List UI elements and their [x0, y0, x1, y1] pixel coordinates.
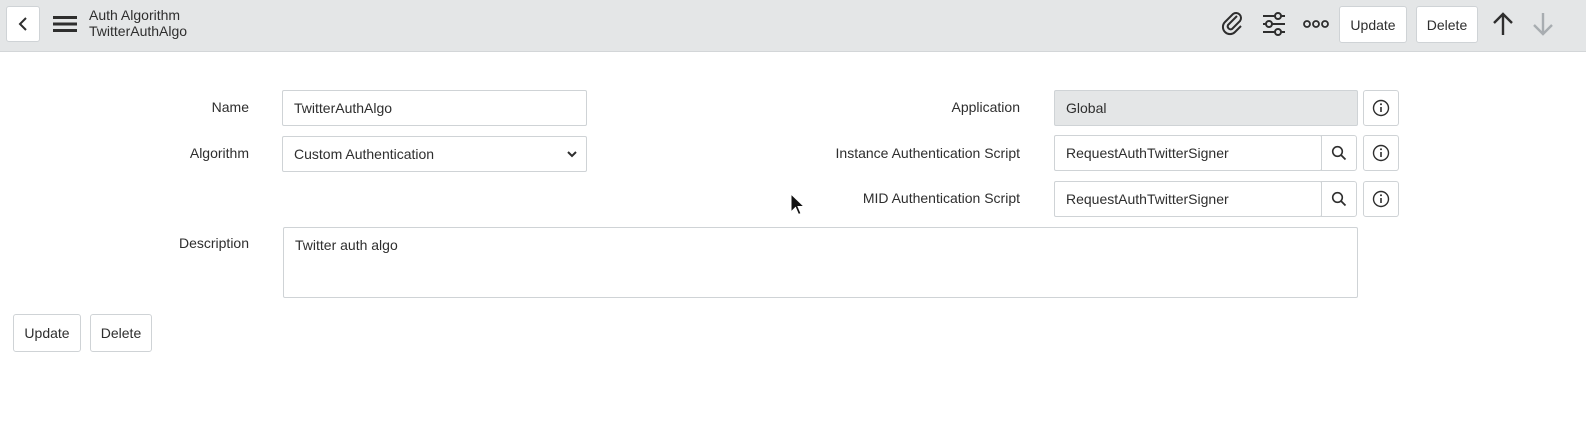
application-label: Application: [951, 99, 1021, 115]
footer-delete-button[interactable]: Delete: [90, 314, 152, 352]
search-icon: [1331, 191, 1347, 207]
description-label: Description: [178, 235, 249, 251]
mid-script-label: MID Authentication Script: [862, 190, 1020, 206]
instance-script-input[interactable]: RequestAuthTwitterSigner: [1054, 135, 1322, 171]
info-icon: [1372, 144, 1390, 162]
mid-script-input[interactable]: RequestAuthTwitterSigner: [1054, 181, 1322, 217]
more-options-icon[interactable]: [1300, 8, 1332, 40]
info-icon: [1372, 190, 1390, 208]
arrow-up-icon[interactable]: [1487, 8, 1519, 40]
form-header: Auth Algorithm TwitterAuthAlgo Update De…: [0, 0, 1586, 52]
record-name: TwitterAuthAlgo: [89, 23, 188, 39]
algorithm-select[interactable]: Custom Authentication: [282, 136, 587, 172]
sliders-icon[interactable]: [1258, 8, 1290, 40]
instance-script-label: Instance Authentication Script: [835, 145, 1020, 161]
description-textarea[interactable]: Twitter auth algo: [283, 227, 1358, 298]
header-delete-button[interactable]: Delete: [1416, 6, 1478, 43]
footer-update-button[interactable]: Update: [13, 314, 81, 352]
arrow-down-icon[interactable]: [1527, 8, 1559, 40]
mid-script-info-button[interactable]: [1363, 181, 1399, 217]
algorithm-select-value: Custom Authentication: [294, 146, 435, 162]
instance-script-search-button[interactable]: [1321, 135, 1357, 171]
hamburger-icon[interactable]: [53, 13, 77, 35]
back-button[interactable]: [6, 6, 40, 42]
instance-script-info-button[interactable]: [1363, 135, 1399, 171]
chevron-left-icon: [18, 17, 27, 31]
paperclip-icon[interactable]: [1217, 8, 1249, 40]
algorithm-label: Algorithm: [189, 145, 249, 161]
application-info-button[interactable]: [1363, 90, 1399, 126]
search-icon: [1331, 145, 1347, 161]
info-icon: [1372, 99, 1390, 117]
mid-script-search-button[interactable]: [1321, 181, 1357, 217]
name-input[interactable]: TwitterAuthAlgo: [282, 90, 587, 126]
chevron-down-icon: [567, 151, 577, 158]
header-titles: Auth Algorithm TwitterAuthAlgo: [89, 7, 187, 39]
application-field: Global: [1054, 90, 1358, 126]
form-title: Auth Algorithm: [89, 7, 181, 23]
name-label: Name: [211, 99, 249, 115]
mouse-cursor-icon: [790, 193, 806, 216]
header-update-button[interactable]: Update: [1339, 6, 1407, 43]
